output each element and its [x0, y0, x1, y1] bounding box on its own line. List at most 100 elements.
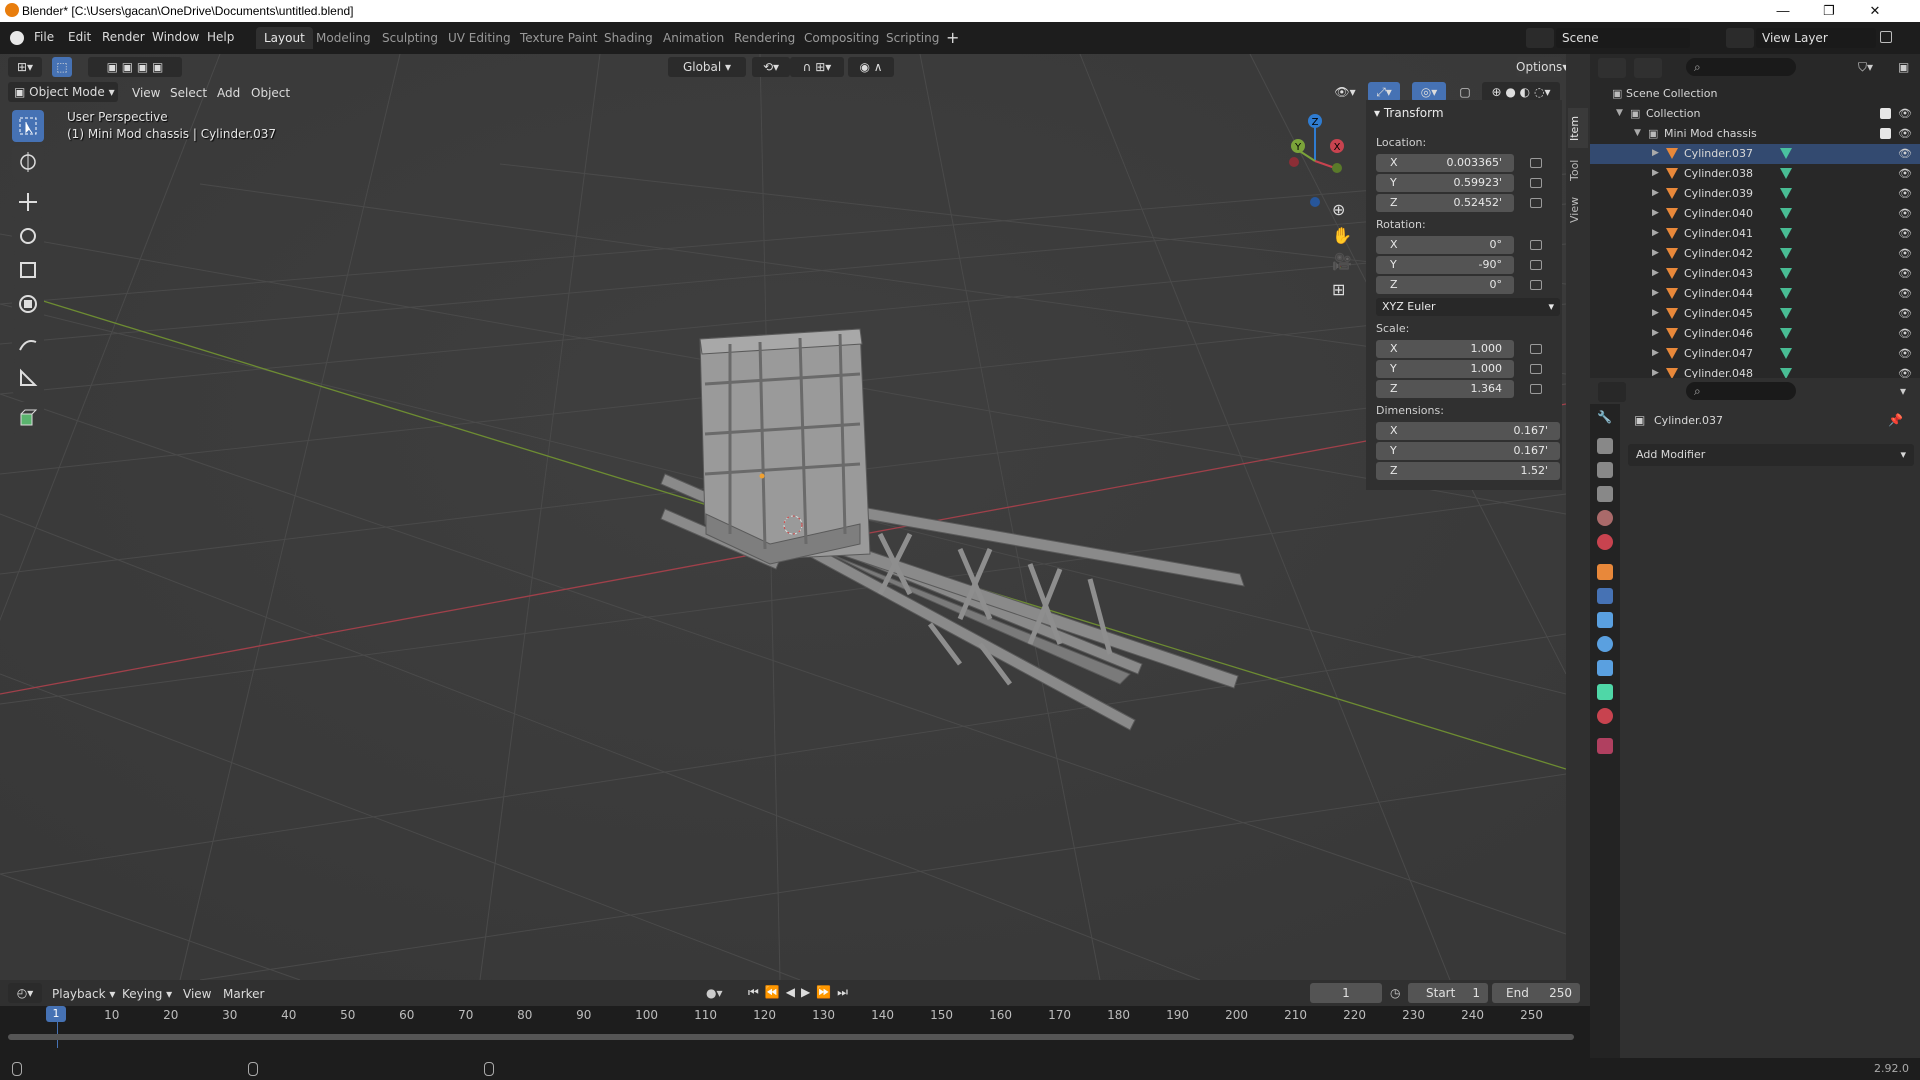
scale-z-field[interactable]: Z 1.364 [1376, 380, 1514, 398]
properties-search-input[interactable]: ⌕ [1686, 382, 1796, 400]
rotation-y-field[interactable]: Y -90° [1376, 256, 1514, 274]
pivot-point-icon[interactable]: ⟲▾ [752, 57, 790, 77]
maximize-button[interactable]: ❐ [1806, 0, 1852, 22]
mesh-data-icon[interactable] [1780, 288, 1792, 299]
expand-arrow-icon[interactable]: ▶ [1652, 208, 1659, 218]
tab-item[interactable]: Item [1568, 108, 1588, 148]
expand-arrow-icon[interactable]: ▶ [1652, 268, 1659, 278]
add-workspace-button[interactable]: + [946, 28, 959, 47]
lock-icon[interactable] [1530, 344, 1542, 354]
particles-properties-icon[interactable] [1597, 612, 1613, 628]
visibility-icon[interactable]: 👁▾ [1330, 82, 1360, 102]
render-properties-icon[interactable] [1597, 438, 1613, 454]
gizmo-toggle-icon[interactable]: ⤢▾ [1368, 82, 1400, 102]
collection-exclude-checkbox[interactable] [1880, 108, 1891, 119]
outliner-row-object[interactable]: ▶ Cylinder.041 👁 [1590, 224, 1920, 244]
tab-view[interactable]: View [1568, 192, 1588, 228]
menu-render[interactable]: Render [102, 30, 145, 44]
menu-window[interactable]: Window [152, 30, 199, 44]
eye-icon[interactable]: 👁 [1898, 247, 1912, 260]
editor-type-button[interactable]: ⊞▾ [8, 57, 42, 77]
outliner-row-object[interactable]: ▶ Cylinder.043 👁 [1590, 264, 1920, 284]
lock-icon[interactable] [1530, 280, 1542, 290]
outliner-row-object[interactable]: ▶ Cylinder.046 👁 [1590, 324, 1920, 344]
transform-tool-icon[interactable] [12, 288, 44, 320]
eye-icon[interactable]: 👁 [1898, 287, 1912, 300]
expand-arrow-icon[interactable]: ▶ [1652, 148, 1659, 158]
tab-uv-editing[interactable]: UV Editing [440, 27, 519, 49]
eye-icon[interactable]: 👁 [1898, 307, 1912, 320]
mesh-data-icon[interactable] [1780, 168, 1792, 179]
timeline-body[interactable]: 1 10 20 30 40 50 60 70 80 90 100 110 120 130 140 150 16… [0, 1006, 1590, 1058]
menu-file[interactable]: File [34, 30, 54, 44]
dimensions-y-field[interactable]: Y 0.167' [1376, 442, 1560, 460]
properties-editor-type-icon[interactable] [1598, 382, 1626, 402]
mesh-data-icon[interactable] [1780, 248, 1792, 259]
select-box-tool-icon[interactable] [12, 110, 44, 142]
navigation-gizmo[interactable]: Z X Y [1280, 106, 1360, 246]
eye-icon[interactable]: 👁 [1898, 207, 1912, 220]
outliner-row-object[interactable]: ▶ Cylinder.040 👁 [1590, 204, 1920, 224]
mesh-data-icon[interactable] [1780, 208, 1792, 219]
outliner-row-object[interactable]: ▶ Cylinder.038 👁 [1590, 164, 1920, 184]
stopwatch-icon[interactable]: ◷ [1390, 986, 1400, 1000]
move-tool-icon[interactable] [12, 186, 44, 218]
scene-properties-icon[interactable] [1597, 510, 1613, 526]
eye-icon[interactable]: 👁 [1898, 147, 1912, 160]
mode-dropdown[interactable]: ▣ Object Mode ▾ [8, 82, 118, 102]
dimensions-x-field[interactable]: X 0.167' [1376, 422, 1560, 440]
mesh-data-icon[interactable] [1780, 228, 1792, 239]
outliner-row-object[interactable]: ▶ Cylinder.045 👁 [1590, 304, 1920, 324]
mesh-data-icon[interactable] [1780, 308, 1792, 319]
eye-icon[interactable]: 👁 [1898, 187, 1912, 200]
eye-icon[interactable]: 👁 [1898, 167, 1912, 180]
pin-icon[interactable]: 📌 [1888, 413, 1903, 427]
eye-icon[interactable]: 👁 [1898, 267, 1912, 280]
properties-options-icon[interactable]: ▾ [1900, 384, 1906, 398]
rotation-z-field[interactable]: Z 0° [1376, 276, 1514, 294]
eye-icon[interactable]: 👁 [1898, 347, 1912, 360]
viewport-menu-object[interactable]: Object [251, 86, 290, 100]
new-collection-icon[interactable]: ▣ [1898, 60, 1909, 74]
tab-compositing[interactable]: Compositing [796, 27, 887, 49]
lock-icon[interactable] [1530, 198, 1542, 208]
playback-controls[interactable]: ⏮⏪◀▶⏩⏭ [748, 985, 854, 1000]
camera-view-icon[interactable]: 🎥 [1332, 252, 1352, 271]
lock-icon[interactable] [1530, 384, 1542, 394]
new-view-layer-icon[interactable] [1880, 31, 1892, 43]
timeline-scrollbar[interactable] [8, 1034, 1574, 1040]
menu-edit[interactable]: Edit [68, 30, 91, 44]
lock-icon[interactable] [1530, 178, 1542, 188]
outliner-row-collection[interactable]: ▼ ▣ Collection 👁 [1590, 104, 1920, 124]
end-frame-field[interactable]: End 250 [1492, 983, 1580, 1003]
display-mode-icon[interactable] [1634, 58, 1662, 78]
expand-arrow-icon[interactable]: ▶ [1652, 248, 1659, 258]
shading-modes[interactable]: ⊕ ● ◐ ◌▾ [1482, 82, 1560, 102]
eye-icon[interactable]: 👁 [1898, 227, 1912, 240]
location-x-field[interactable]: X 0.003365' [1376, 154, 1514, 172]
transform-panel-header[interactable]: ▾ Transform [1374, 106, 1444, 120]
blender-menu-icon[interactable] [10, 31, 24, 45]
minimize-button[interactable]: — [1760, 0, 1806, 22]
outliner-row-object[interactable]: ▶ Cylinder.042 👁 [1590, 244, 1920, 264]
close-window-button[interactable]: ✕ [1852, 0, 1898, 22]
eye-icon[interactable]: 👁 [1898, 327, 1912, 340]
viewport-menu-add[interactable]: Add [217, 86, 240, 100]
add-modifier-dropdown[interactable]: Add Modifier ▾ [1628, 444, 1914, 466]
add-cube-tool-icon[interactable] [12, 402, 44, 434]
tab-animation[interactable]: Animation [655, 27, 732, 49]
texture-properties-icon[interactable] [1597, 738, 1613, 754]
xray-toggle-icon[interactable]: ▢ [1456, 82, 1474, 102]
start-frame-field[interactable]: Start 1 [1408, 983, 1488, 1003]
pan-hand-icon[interactable]: ✋ [1332, 226, 1352, 245]
current-frame-field[interactable]: 1 [1310, 983, 1382, 1003]
mesh-data-icon[interactable] [1780, 148, 1792, 159]
scale-x-field[interactable]: X 1.000 [1376, 340, 1514, 358]
rotate-tool-icon[interactable] [12, 220, 44, 252]
overlays-toggle-icon[interactable]: ◎▾ [1412, 82, 1446, 102]
output-properties-icon[interactable] [1597, 462, 1613, 478]
constraints-properties-icon[interactable] [1597, 660, 1613, 676]
expand-arrow-icon[interactable]: ▶ [1652, 288, 1659, 298]
expand-arrow-icon[interactable]: ▶ [1652, 228, 1659, 238]
expand-arrow-icon[interactable]: ▶ [1652, 368, 1659, 378]
